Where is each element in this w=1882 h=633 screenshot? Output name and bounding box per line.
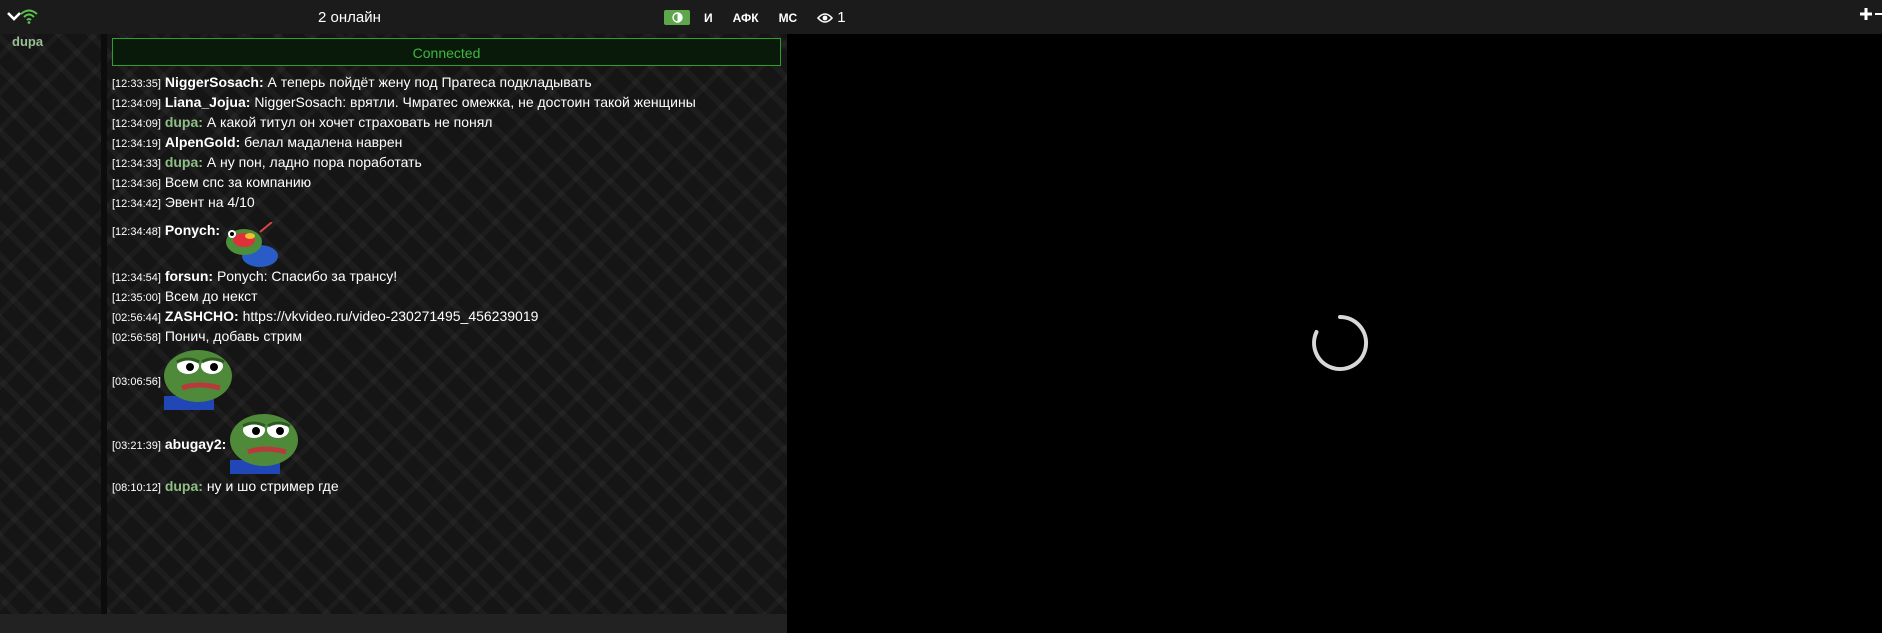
user-list-item[interactable]: dupa	[12, 34, 43, 49]
message-time: [12:34:09]	[112, 118, 161, 130]
message-text: А какой титул он хочет страховать не пон…	[206, 114, 493, 130]
message-text: Всем до некст	[164, 288, 258, 304]
message-text: Ponych: Спасибо за трансу!	[216, 268, 398, 284]
message-nick[interactable]: dupa:	[165, 154, 203, 170]
ms-button[interactable]: МС	[779, 11, 798, 25]
message-time: [02:56:44]	[112, 312, 161, 324]
loading-spinner-icon	[1312, 315, 1369, 371]
chat-message: [12:35:00] Всем до некст	[112, 288, 258, 304]
message-time: [12:34:54]	[112, 272, 161, 284]
chat-message: [08:10:12] dupa: ну и шо стример где	[112, 478, 339, 494]
message-time: [03:06:56]	[112, 376, 161, 388]
message-time: [12:35:00]	[112, 292, 161, 304]
message-link[interactable]: https://vkvideo.ru/video-230271495_45623…	[243, 308, 539, 324]
message-text: А ну пон, ладно пора поработать	[206, 154, 422, 170]
message-text: Всем спс за компанию	[164, 174, 312, 190]
chat-message: [12:34:48] Ponych:	[112, 222, 220, 238]
message-time: [12:34:33]	[112, 158, 161, 170]
message-nick[interactable]: ZASHCHO:	[165, 308, 239, 324]
message-text: белал мадалена наврен	[244, 134, 403, 150]
plus-icon[interactable]	[1859, 7, 1873, 21]
message-nick[interactable]: Ponych:	[165, 222, 220, 238]
message-nick[interactable]: dupa:	[165, 114, 203, 130]
contrast-icon	[671, 12, 683, 23]
message-time: [12:33:35]	[112, 78, 161, 90]
message-time: [03:21:39]	[112, 440, 161, 452]
message-text: ну и шо стример где	[206, 478, 339, 494]
message-list: Connected [12:33:35] NiggerSosach: А теп…	[110, 34, 786, 614]
message-time: [12:34:09]	[112, 98, 161, 110]
message-nick[interactable]: AlpenGold:	[165, 134, 240, 150]
message-nick[interactable]: NiggerSosach:	[165, 74, 264, 90]
message-nick[interactable]: Liana_Jojua:	[165, 94, 251, 110]
chat-message: [02:56:58] Понич, добавь стрим	[112, 328, 302, 344]
chat-controls: И АФК МС 1	[664, 9, 846, 26]
online-count: 2 онлайн	[318, 9, 381, 26]
theme-toggle-button[interactable]	[664, 10, 690, 25]
afk-button[interactable]: АФК	[733, 11, 759, 25]
message-time: [12:34:42]	[112, 198, 161, 210]
user-list: dupa	[7, 34, 102, 614]
chat-message: [12:34:54] forsun: Ponych: Спасибо за тр…	[112, 268, 397, 284]
eye-icon	[817, 12, 834, 23]
chat-panel: dupa Connected [12:33:35] NiggerSosach: …	[0, 34, 787, 633]
chat-message: [12:34:09] Liana_Jojua: NiggerSosach: вр…	[112, 94, 696, 110]
top-bar: 2 онлайн И АФК МС 1	[0, 0, 1882, 35]
message-nick[interactable]: abugay2:	[165, 436, 226, 452]
message-time: [08:10:12]	[112, 482, 161, 494]
message-time: [02:56:58]	[112, 332, 161, 344]
chat-message: [12:34:33] dupa: А ну пон, ладно пора по…	[112, 154, 422, 170]
message-nick[interactable]: dupa:	[165, 478, 203, 494]
chat-message: [12:34:42] Эвент на 4/10	[112, 194, 255, 210]
message-time: [12:34:19]	[112, 138, 161, 150]
chat-message: [12:33:35] NiggerSosach: А теперь пойдёт…	[112, 74, 592, 90]
message-text: Понич, добавь стрим	[164, 328, 303, 344]
chat-message: [03:06:56]	[112, 372, 161, 388]
connection-status: Connected	[112, 38, 781, 66]
message-text: А теперь пойдёт жену под Пратеса подклад…	[267, 74, 592, 90]
pepe-emote	[230, 414, 298, 474]
viewer-count: 1	[837, 9, 846, 26]
viewer-counter[interactable]: 1	[817, 9, 846, 26]
message-nick[interactable]: forsun:	[165, 268, 213, 284]
chat-message: [12:34:36] Всем спс за компанию	[112, 174, 311, 190]
message-text: NiggerSosach: врятли. Чмратес омежка, не…	[254, 94, 696, 110]
wifi-icon	[20, 9, 38, 24]
pepe-rainbow-emote	[226, 222, 278, 267]
message-text: Эвент на 4/10	[164, 194, 255, 210]
chat-message: [02:56:44] ZASHCHO: https://vkvideo.ru/v…	[112, 308, 538, 324]
chat-message: [12:34:09] dupa: А какой титул он хочет …	[112, 114, 492, 130]
chat-input-bar[interactable]	[0, 614, 787, 633]
i-button[interactable]: И	[704, 11, 713, 25]
message-time: [12:34:48]	[112, 226, 161, 238]
chat-message: [12:34:19] AlpenGold: белал мадалена нав…	[112, 134, 402, 150]
minus-icon[interactable]	[1875, 13, 1882, 15]
chat-message: [03:21:39] abugay2:	[112, 436, 226, 452]
panel-divider[interactable]	[101, 34, 107, 614]
message-time: [12:34:36]	[112, 178, 161, 190]
pepe-emote	[164, 350, 232, 410]
